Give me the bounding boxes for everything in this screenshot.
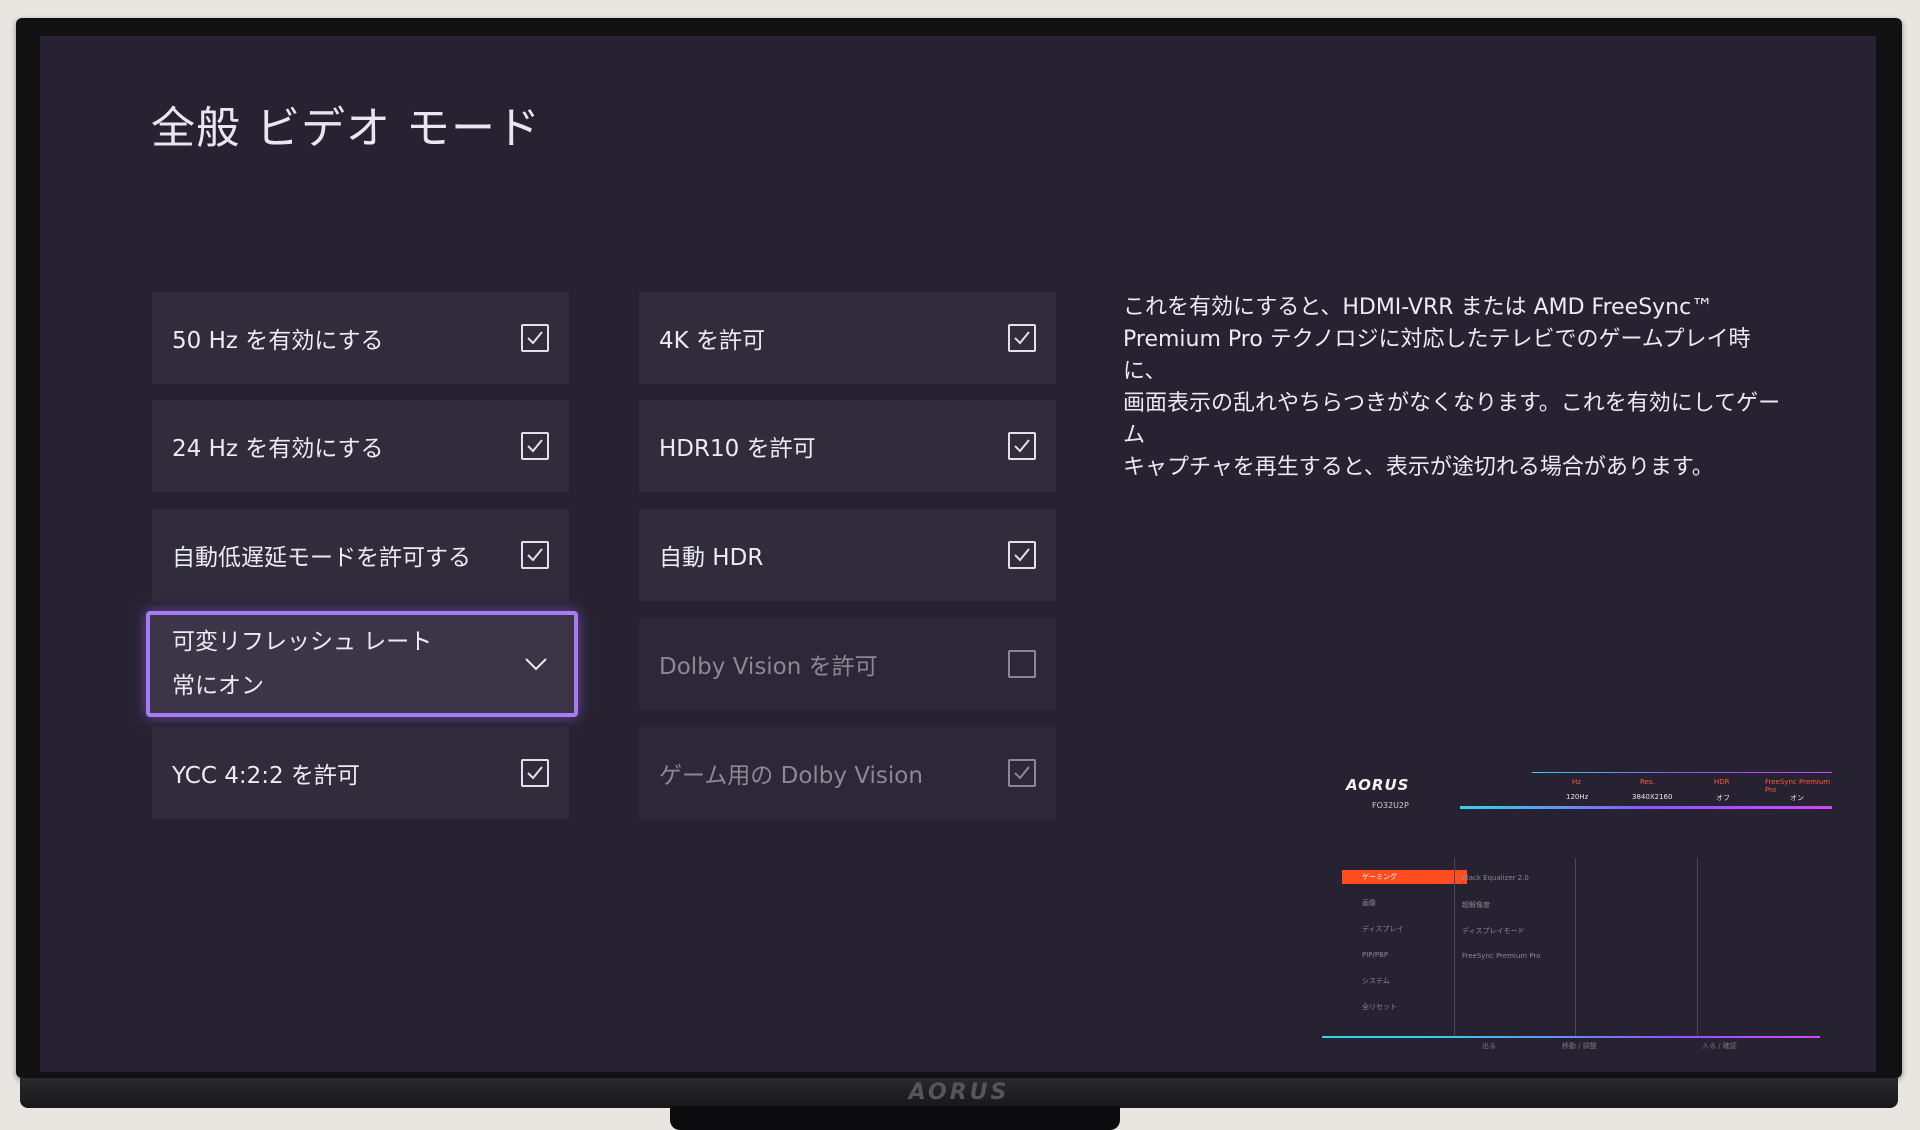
monitor-brand-logo: AORUS — [908, 1080, 1010, 1105]
option-allow-4k[interactable]: 4K を許可 — [639, 292, 1056, 384]
osd-hint: 移動 / 調整 — [1562, 1042, 1597, 1050]
osd-option: FreeSync Premium Pro — [1462, 952, 1541, 960]
osd-option: 超解像度 — [1462, 901, 1490, 909]
osd-top-line — [1532, 772, 1832, 773]
description-line: これを有効にすると、HDMI-VRR または AMD FreeSync™ — [1123, 295, 1714, 320]
chevron-down-icon — [524, 651, 548, 677]
check-icon — [1014, 548, 1030, 562]
option-allow-auto-low-latency[interactable]: 自動低遅延モードを許可する — [152, 509, 569, 601]
checkbox-checked[interactable] — [521, 324, 549, 352]
option-dolby-vision-gaming[interactable]: ゲーム用の Dolby Vision — [639, 727, 1056, 819]
check-icon — [527, 548, 543, 562]
check-icon — [1014, 439, 1030, 453]
osd-status-header: Hz — [1572, 778, 1581, 786]
option-label: ゲーム用の Dolby Vision — [659, 763, 923, 789]
option-allow-dolby-vision[interactable]: Dolby Vision を許可 — [639, 618, 1056, 710]
monitor-chin: AORUS — [20, 1078, 1898, 1108]
osd-divider — [1454, 858, 1455, 1038]
option-enable-24hz[interactable]: 24 Hz を有効にする — [152, 400, 569, 492]
osd-status-value: 3840X2160 — [1632, 793, 1673, 801]
osd-status-value: オフ — [1716, 794, 1730, 802]
option-enable-50hz[interactable]: 50 Hz を有効にする — [152, 292, 569, 384]
checkbox-checked[interactable] — [521, 432, 549, 460]
osd-menu-item-reset: 全リセット — [1362, 1003, 1397, 1011]
osd-option: Black Equalizer 2.0 — [1462, 874, 1529, 882]
check-icon — [527, 331, 543, 345]
option-label: 24 Hz を有効にする — [172, 436, 384, 462]
vrr-dropdown[interactable]: 可変リフレッシュ レート 常にオン — [146, 611, 578, 717]
check-icon — [1014, 766, 1030, 780]
vrr-dropdown-text: 可変リフレッシュ レート 常にオン — [172, 620, 432, 708]
option-allow-ycc422[interactable]: YCC 4:2:2 を許可 — [152, 727, 569, 819]
monitor-osd: AORUS FO32U2P Hz Res. HDR FreeSync Premi… — [1322, 764, 1834, 1050]
osd-option: ディスプレイモード — [1462, 927, 1525, 935]
osd-status-header: Res. — [1640, 778, 1655, 786]
checkbox-checked[interactable] — [521, 759, 549, 787]
option-label: 4K を許可 — [659, 328, 766, 354]
option-label: HDR10 を許可 — [659, 436, 816, 462]
osd-hint: 出る — [1482, 1042, 1496, 1050]
option-description: これを有効にすると、HDMI-VRR または AMD FreeSync™ Pre… — [1123, 292, 1783, 484]
tv-screen: 全般 ビデオ モード 50 Hz を有効にする 24 Hz を有効にする 自動低… — [40, 36, 1876, 1072]
checkbox-unchecked[interactable] — [1008, 650, 1036, 678]
vrr-dropdown-label: 可変リフレッシュ レート — [172, 629, 433, 655]
monitor-stand — [670, 1106, 1120, 1130]
osd-menu-item-display: ディスプレイ — [1362, 925, 1404, 933]
osd-status-header: HDR — [1714, 778, 1730, 786]
osd-model: FO32U2P — [1372, 801, 1409, 810]
check-icon — [527, 439, 543, 453]
option-label: YCC 4:2:2 を許可 — [172, 763, 360, 789]
osd-divider — [1697, 858, 1698, 1038]
osd-divider — [1575, 858, 1576, 1038]
osd-status-value: オン — [1790, 794, 1804, 802]
option-label: Dolby Vision を許可 — [659, 654, 878, 680]
vrr-dropdown-value: 常にオン — [172, 673, 264, 699]
checkbox-checked[interactable] — [1008, 324, 1036, 352]
osd-header-line — [1460, 806, 1832, 809]
option-label: 50 Hz を有効にする — [172, 328, 384, 354]
option-label: 自動 HDR — [659, 545, 764, 571]
osd-footer-line — [1322, 1036, 1820, 1038]
description-line: Premium Pro テクノロジに対応したテレビでのゲームプレイ時に、 — [1123, 327, 1751, 384]
checkbox-checked[interactable] — [521, 541, 549, 569]
checkbox-checked[interactable] — [1008, 759, 1036, 787]
osd-menu-item-gaming: ゲーミング — [1342, 870, 1467, 884]
osd-status-value: 120Hz — [1566, 793, 1589, 801]
osd-menu-item-system: システム — [1362, 977, 1390, 985]
page-title: 全般 ビデオ モード — [151, 103, 541, 154]
check-icon — [527, 766, 543, 780]
osd-status-header: FreeSync Premium Pro — [1765, 778, 1831, 794]
osd-menu-item-picture: 画像 — [1362, 899, 1376, 907]
option-label: 自動低遅延モードを許可する — [172, 545, 471, 571]
option-auto-hdr[interactable]: 自動 HDR — [639, 509, 1056, 601]
osd-menu-item-pip: PIP/PBP — [1362, 951, 1389, 959]
option-allow-hdr10[interactable]: HDR10 を許可 — [639, 400, 1056, 492]
checkbox-checked[interactable] — [1008, 432, 1036, 460]
description-line: 画面表示の乱れやちらつきがなくなります。これを有効にしてゲーム — [1123, 391, 1781, 448]
osd-hint: 入る / 確認 — [1702, 1042, 1737, 1050]
osd-logo: AORUS — [1346, 776, 1410, 794]
check-icon — [1014, 331, 1030, 345]
description-line: キャプチャを再生すると、表示が途切れる場合があります。 — [1123, 455, 1714, 480]
checkbox-checked[interactable] — [1008, 541, 1036, 569]
